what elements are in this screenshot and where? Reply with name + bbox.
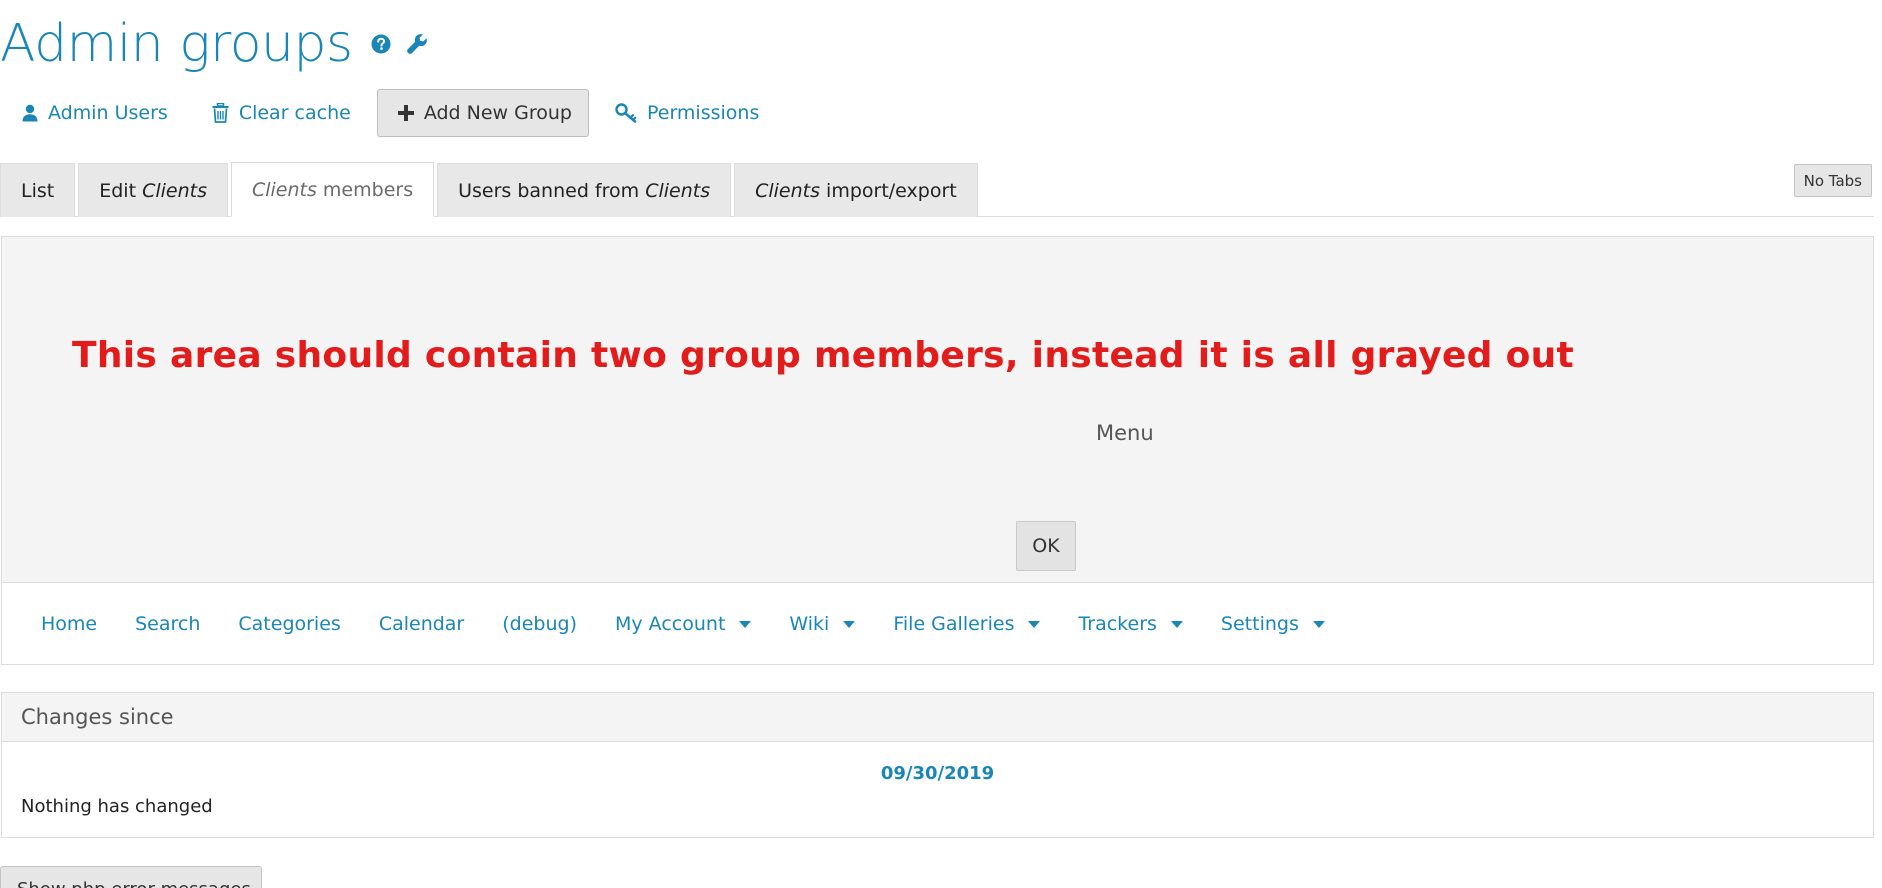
changes-panel: Changes since 09/30/2019 Nothing has cha…	[1, 692, 1874, 838]
tab-bar: List Edit Clients Clients members Users …	[0, 162, 981, 217]
nav-item-categories[interactable]: Categories	[219, 604, 359, 644]
tab-banned-group-name: Clients	[645, 179, 711, 202]
tab-members-group-name: Clients	[251, 178, 317, 201]
tab-users-banned[interactable]: Users banned from Clients	[437, 163, 732, 217]
page: Admin groups Admin Users Clear cache Add…	[0, 0, 1882, 888]
caret-down-icon	[739, 621, 752, 628]
show-php-errors-button[interactable]: Show php error messages	[0, 866, 262, 888]
tab-members-suffix: members	[322, 178, 414, 201]
user-icon	[22, 104, 38, 122]
tab-edit-group-name: Clients	[142, 179, 207, 202]
title-row: Admin groups	[0, 12, 429, 76]
tab-group-members[interactable]: Clients members	[230, 162, 435, 217]
annotation-text: This area should contain two group membe…	[72, 335, 1575, 376]
caret-down-icon	[1028, 621, 1041, 628]
tab-list[interactable]: List	[0, 163, 76, 217]
nav-item-label: My Account	[615, 612, 726, 635]
admin-users-link[interactable]: Admin Users	[0, 89, 190, 137]
wrench-icon[interactable]	[405, 32, 429, 56]
nav-item-label: Trackers	[1078, 612, 1157, 635]
caret-down-icon	[1312, 621, 1325, 628]
toolbar: Admin Users Clear cache Add New Group Pe…	[0, 88, 781, 138]
tab-banned-prefix: Users banned from	[458, 179, 640, 202]
nav-item-label: (debug)	[502, 612, 577, 635]
add-new-group-label: Add New Group	[423, 102, 572, 124]
tab-edit-group[interactable]: Edit Clients	[78, 163, 228, 217]
tab-import-suffix: import/export	[826, 179, 957, 202]
trash-icon	[212, 103, 229, 123]
caret-down-icon	[843, 621, 856, 628]
nav-item-my-account[interactable]: My Account	[596, 604, 770, 644]
nav-item-calendar[interactable]: Calendar	[360, 604, 483, 644]
nav-item-label: Search	[135, 612, 201, 635]
key-icon	[615, 103, 637, 123]
nav-item-label: File Galleries	[893, 612, 1015, 635]
nav-item-settings[interactable]: Settings	[1202, 604, 1344, 644]
nav-item-wiki[interactable]: Wiki	[770, 604, 874, 644]
caret-down-icon	[1170, 621, 1183, 628]
no-tabs-button[interactable]: No Tabs	[1793, 164, 1872, 197]
menu-label: Menu	[1096, 421, 1154, 445]
nav-item-label: Wiki	[789, 612, 830, 635]
ok-button[interactable]: OK	[1016, 521, 1076, 571]
grayed-out-panel: This area should contain two group membe…	[1, 236, 1874, 582]
tab-import-export[interactable]: Clients import/export	[734, 163, 978, 217]
admin-users-label: Admin Users	[48, 102, 168, 124]
nav-item-label: Home	[41, 612, 98, 635]
main-nav: Home Search Categories Calendar (debug) My Ac…	[1, 582, 1874, 665]
clear-cache-link[interactable]: Clear cache	[190, 89, 373, 137]
nav-item-label: Settings	[1220, 612, 1299, 635]
question-circle-icon[interactable]	[371, 34, 391, 54]
changes-header: Changes since	[2, 693, 1873, 742]
plus-icon	[397, 105, 414, 121]
nav-item-file-galleries[interactable]: File Galleries	[874, 604, 1059, 644]
permissions-link[interactable]: Permissions	[593, 89, 781, 137]
tab-list-label: List	[21, 179, 55, 202]
nav-item-search[interactable]: Search	[116, 604, 219, 644]
changes-message: Nothing has changed	[21, 796, 213, 817]
clear-cache-label: Clear cache	[238, 102, 351, 124]
nav-item-home[interactable]: Home	[22, 604, 116, 644]
nav-item-label: Categories	[238, 612, 341, 635]
tab-edit-prefix: Edit	[99, 179, 137, 202]
nav-item-trackers[interactable]: Trackers	[1059, 604, 1201, 644]
tab-import-group-name: Clients	[755, 179, 820, 202]
permissions-label: Permissions	[646, 102, 760, 124]
add-new-group-button[interactable]: Add New Group	[376, 89, 589, 137]
changes-date-link[interactable]: 09/30/2019	[2, 763, 1873, 784]
nav-item-label: Calendar	[378, 612, 465, 635]
page-title: Admin groups	[0, 14, 353, 74]
nav-item-debug[interactable]: (debug)	[483, 604, 596, 644]
